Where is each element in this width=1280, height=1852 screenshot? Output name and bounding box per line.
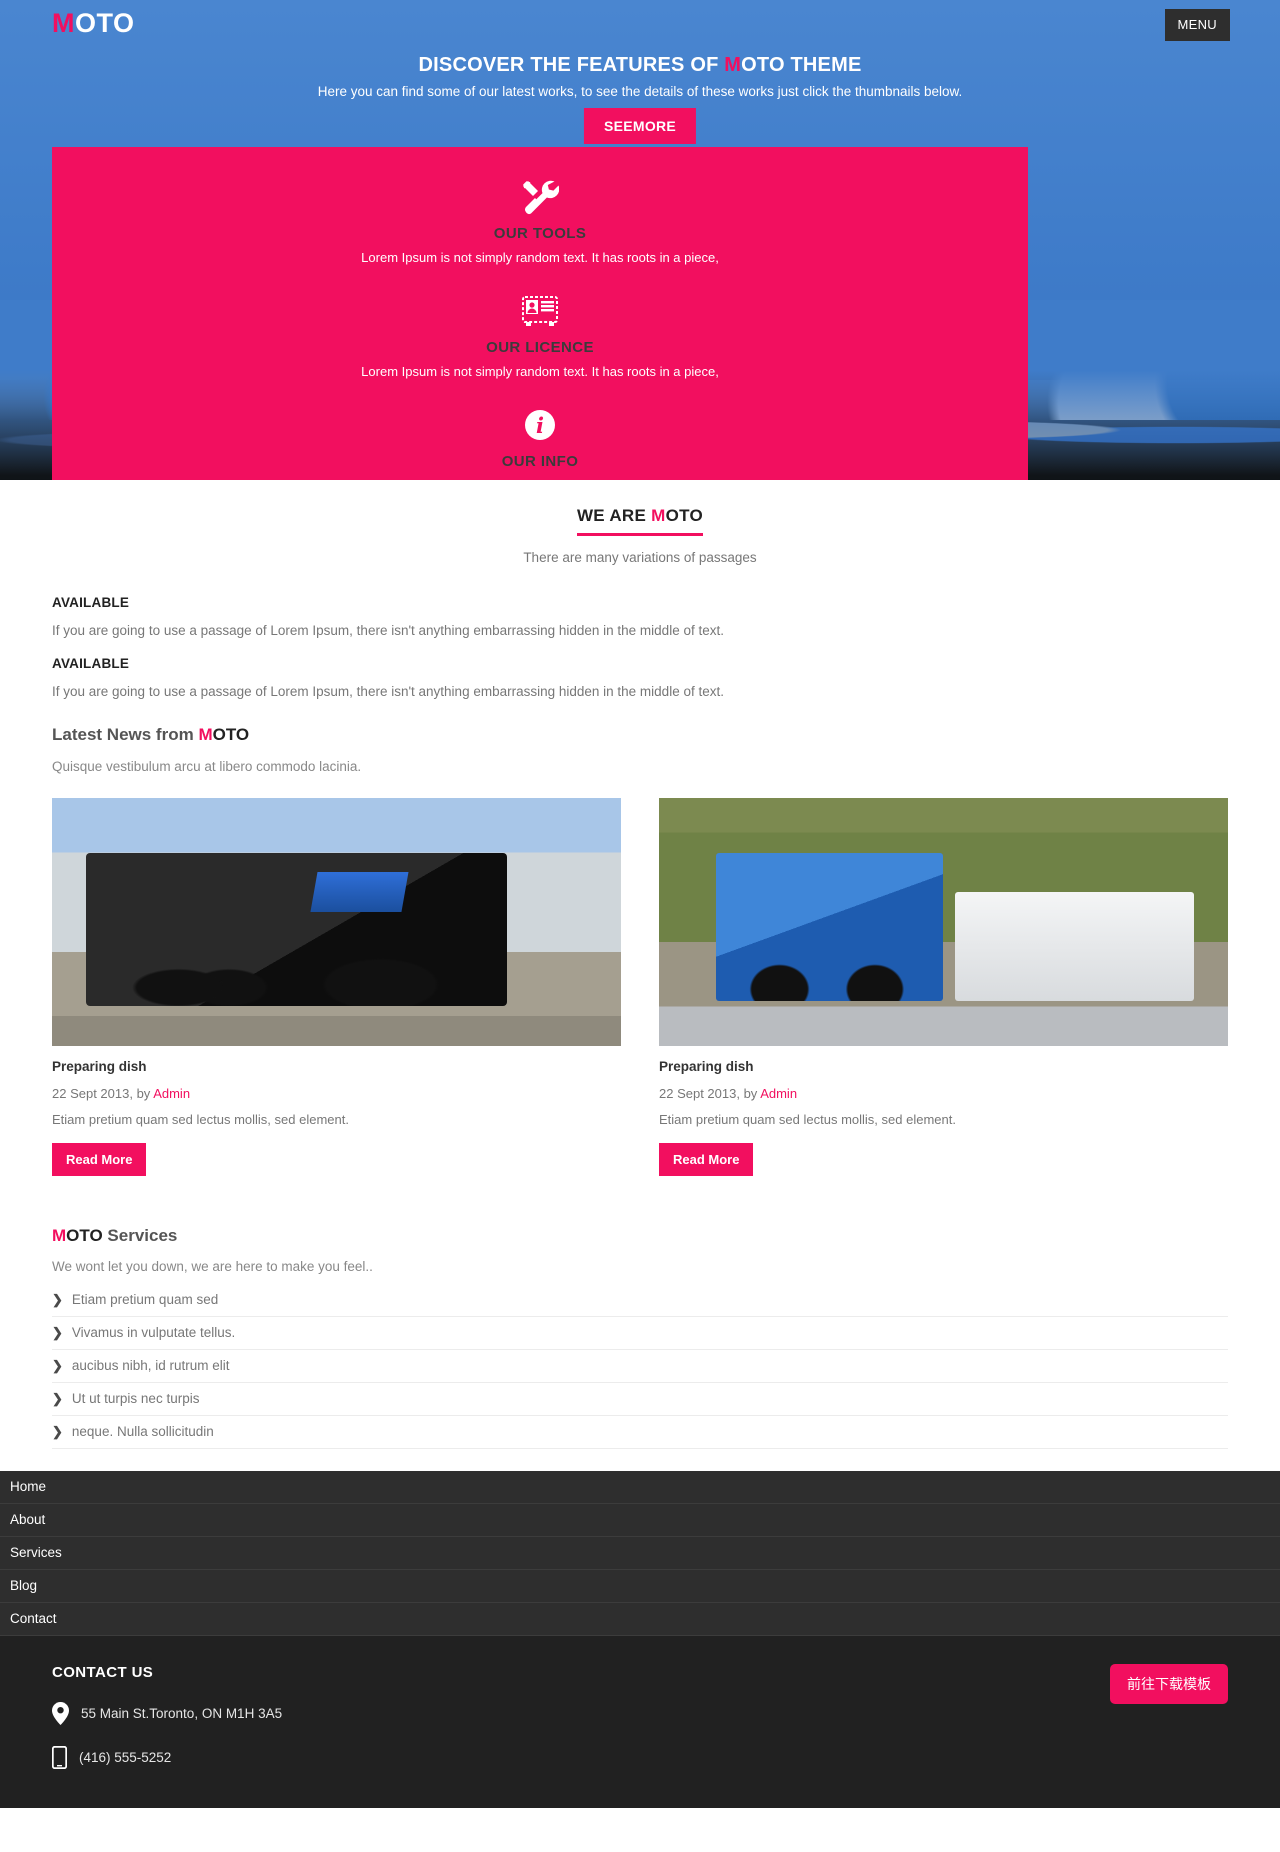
- post-date: 22 Sept 2013, by: [659, 1086, 761, 1101]
- list-item[interactable]: ❯ Etiam pretium quam sed: [52, 1284, 1228, 1317]
- see-more-button[interactable]: SEEMORE: [583, 108, 697, 144]
- page-title: WE ARE MOTO: [576, 506, 704, 536]
- services-subtitle: We wont let you down, we are here to mak…: [52, 1259, 373, 1274]
- about-block-2: AVAILABLE If you are going to use a pass…: [52, 656, 1228, 699]
- hero-title-initial: M: [724, 54, 742, 76]
- feature-title: OUR TOOLS: [493, 225, 587, 242]
- about-heading-before: WE ARE: [576, 506, 652, 525]
- post-author-link[interactable]: Admin: [760, 1086, 797, 1101]
- news-subtitle: Quisque vestibulum arcu at libero commod…: [52, 759, 362, 774]
- about-block-title: AVAILABLE: [52, 656, 130, 671]
- hero-section: MOTO MENU DISCOVER THE FEATURES OF MOTO …: [0, 0, 1280, 480]
- tools-icon: [52, 179, 1028, 215]
- services-title-rest: OTO: [66, 1226, 103, 1245]
- site-logo[interactable]: MOTO: [52, 8, 135, 39]
- contact-address: 55 Main St.Toronto, ON M1H 3A5: [81, 1706, 283, 1721]
- service-label: neque. Nulla sollicitudin: [71, 1424, 214, 1439]
- news-title: Latest News from MOTO: [52, 725, 1228, 745]
- footer-contact: CONTACT US 55 Main St.Toronto, ON M1H 3A…: [0, 1636, 1280, 1808]
- chevron-right-icon: ❯: [52, 1292, 63, 1307]
- services-list: ❯ Etiam pretium quam sed ❯ Vivamus in vu…: [52, 1284, 1228, 1449]
- about-heading-after: OTO: [665, 506, 704, 525]
- hero-title-before: DISCOVER THE FEATURES OF: [418, 54, 725, 76]
- services-section: MOTO Services We wont let you down, we a…: [52, 1226, 1228, 1449]
- service-label: Ut ut turpis nec turpis: [71, 1391, 200, 1406]
- feature-text: Lorem Ipsum is not simply random text. I…: [52, 478, 1028, 480]
- chevron-right-icon: ❯: [52, 1358, 63, 1373]
- list-item[interactable]: ❯ aucibus nibh, id rutrum elit: [52, 1350, 1228, 1383]
- post-title: Preparing dish: [52, 1059, 147, 1074]
- post-excerpt: Etiam pretium quam sed lectus mollis, se…: [52, 1112, 349, 1127]
- feature-text: Lorem Ipsum is not simply random text. I…: [361, 250, 719, 265]
- news-title-after: OTO: [212, 725, 250, 744]
- feature-text: Lorem Ipsum is not simply random text. I…: [361, 364, 719, 379]
- contact-phone: (416) 555-5252: [79, 1750, 172, 1765]
- news-heading-wrap: Latest News from MOTO Quisque vestibulum…: [52, 725, 1228, 774]
- logo-rest: OTO: [75, 8, 135, 38]
- list-item[interactable]: ❯ neque. Nulla sollicitudin: [52, 1416, 1228, 1449]
- footer-navigation: Home About Services Blog Contact: [0, 1471, 1280, 1636]
- service-label: Etiam pretium quam sed: [71, 1292, 219, 1307]
- news-post: Preparing dish 22 Sept 2013, by Admin Et…: [659, 798, 1228, 1176]
- hero-title-after: OTO THEME: [741, 54, 862, 76]
- about-heading-wrap: WE ARE MOTO: [52, 480, 1228, 536]
- nav-item-home[interactable]: Home: [0, 1471, 1280, 1504]
- feature-title: OUR LICENCE: [486, 339, 594, 356]
- nav-item-about[interactable]: About: [0, 1504, 1280, 1537]
- about-block-1: AVAILABLE If you are going to use a pass…: [52, 595, 1228, 638]
- about-block-text: If you are going to use a passage of Lor…: [52, 684, 724, 699]
- main-content: WE ARE MOTO There are many variations of…: [0, 480, 1280, 1449]
- id-card-icon: [52, 293, 1028, 329]
- post-thumbnail[interactable]: [659, 798, 1228, 1046]
- download-template-button[interactable]: 前往下载模板: [1110, 1664, 1228, 1704]
- info-circle-icon: i: [52, 407, 1028, 443]
- feature-title: OUR INFO: [501, 453, 579, 470]
- post-meta: 22 Sept 2013, by Admin: [52, 1086, 621, 1101]
- chevron-right-icon: ❯: [52, 1391, 63, 1406]
- phone-icon: [52, 1746, 67, 1769]
- post-date: 22 Sept 2013, by: [52, 1086, 154, 1101]
- page-root: MOTO MENU DISCOVER THE FEATURES OF MOTO …: [0, 0, 1280, 1808]
- hero-title: DISCOVER THE FEATURES OF MOTO THEME: [0, 54, 1280, 77]
- read-more-button[interactable]: Read More: [659, 1143, 754, 1176]
- about-block-text: If you are going to use a passage of Lor…: [52, 623, 724, 638]
- post-thumbnail[interactable]: [52, 798, 621, 1046]
- nav-item-services[interactable]: Services: [0, 1537, 1280, 1570]
- svg-text:i: i: [536, 413, 544, 438]
- features-panel: OUR TOOLS Lorem Ipsum is not simply rand…: [52, 147, 1028, 480]
- nav-item-contact[interactable]: Contact: [0, 1603, 1280, 1636]
- news-title-initial: M: [198, 725, 213, 744]
- feature-item-info: i OUR INFO Lorem Ipsum is not simply ran…: [52, 401, 1028, 480]
- read-more-button[interactable]: Read More: [52, 1143, 147, 1176]
- news-post: Preparing dish 22 Sept 2013, by Admin Et…: [52, 798, 621, 1176]
- chevron-right-icon: ❯: [52, 1424, 63, 1439]
- contact-phone-row: (416) 555-5252: [52, 1746, 1228, 1769]
- services-title-after: Services: [102, 1226, 178, 1245]
- services-title-initial: M: [52, 1226, 67, 1245]
- nav-item-blog[interactable]: Blog: [0, 1570, 1280, 1603]
- feature-item-tools: OUR TOOLS Lorem Ipsum is not simply rand…: [52, 173, 1028, 269]
- about-subheading: There are many variations of passages: [523, 550, 757, 565]
- service-label: aucibus nibh, id rutrum elit: [71, 1358, 230, 1373]
- news-title-before: Latest News from: [52, 725, 199, 744]
- service-label: Vivamus in vulputate tellus.: [71, 1325, 236, 1340]
- chevron-right-icon: ❯: [52, 1325, 63, 1340]
- contact-address-row: 55 Main St.Toronto, ON M1H 3A5: [52, 1702, 1228, 1725]
- logo-initial: M: [52, 8, 75, 38]
- about-block-title: AVAILABLE: [52, 595, 130, 610]
- post-author-link[interactable]: Admin: [153, 1086, 190, 1101]
- map-pin-icon: [52, 1702, 69, 1725]
- menu-button[interactable]: MENU: [1164, 9, 1230, 41]
- feature-item-licence: OUR LICENCE Lorem Ipsum is not simply ra…: [52, 287, 1028, 383]
- list-item[interactable]: ❯ Vivamus in vulputate tellus.: [52, 1317, 1228, 1350]
- post-meta: 22 Sept 2013, by Admin: [659, 1086, 1228, 1101]
- contact-us-title: CONTACT US: [52, 1664, 154, 1681]
- post-title: Preparing dish: [659, 1059, 754, 1074]
- about-heading-initial: M: [651, 506, 666, 525]
- news-post-list: Preparing dish 22 Sept 2013, by Admin Et…: [52, 798, 1228, 1176]
- services-title: MOTO Services: [52, 1226, 1228, 1246]
- hero-subtitle: Here you can find some of our latest wor…: [317, 84, 963, 99]
- list-item[interactable]: ❯ Ut ut turpis nec turpis: [52, 1383, 1228, 1416]
- post-excerpt: Etiam pretium quam sed lectus mollis, se…: [659, 1112, 956, 1127]
